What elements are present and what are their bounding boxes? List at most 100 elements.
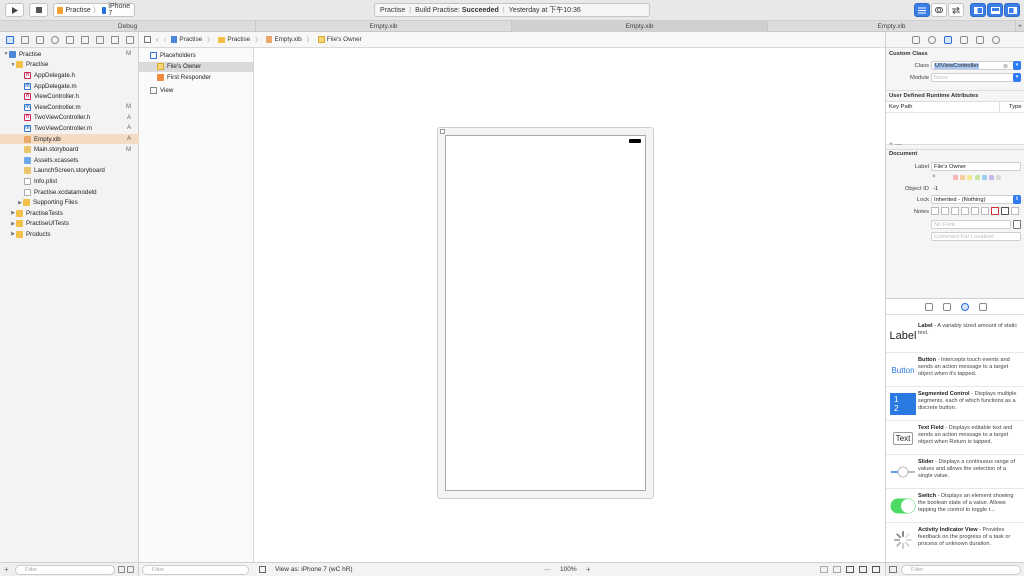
tree-item-file[interactable]: h ViewController.h bbox=[0, 91, 139, 102]
tree-item-group[interactable]: ▶ PractiseTests bbox=[0, 208, 139, 219]
tree-item-file[interactable]: h TwoViewController.h A bbox=[0, 113, 139, 124]
pin-icon[interactable] bbox=[859, 566, 867, 573]
warning-icon[interactable] bbox=[66, 35, 74, 44]
tree-item-file[interactable]: m ViewController.m M bbox=[0, 102, 139, 113]
color-swatch[interactable] bbox=[953, 175, 958, 180]
standard-editor-button[interactable] bbox=[914, 3, 930, 17]
library-item-label[interactable]: Label Label - A variably sized amount of… bbox=[886, 319, 1024, 353]
tree-item-file[interactable]: m TwoViewController.m A bbox=[0, 123, 139, 134]
run-button[interactable] bbox=[5, 3, 24, 17]
color-swatch[interactable] bbox=[974, 175, 980, 180]
view-as-button[interactable]: View as: iPhone 7 (wC hR) bbox=[275, 566, 353, 573]
add-tab-button[interactable]: + bbox=[1016, 21, 1024, 32]
recent-files-icon[interactable] bbox=[118, 566, 125, 573]
chevron-updown-icon[interactable]: ⇕ bbox=[1013, 195, 1021, 204]
lock-popup[interactable]: Inherited - (Nothing) ⇕ bbox=[931, 195, 1021, 204]
text-color-icon[interactable] bbox=[991, 207, 999, 215]
align-left-icon[interactable] bbox=[931, 207, 939, 215]
report-icon[interactable] bbox=[126, 35, 134, 44]
library-item-slider[interactable]: Slider - Displays a continuous range of … bbox=[886, 455, 1024, 489]
scm-filter-icon[interactable] bbox=[127, 566, 134, 573]
navigator-filter-input[interactable]: Filter bbox=[15, 565, 115, 575]
tab-empty-xib-2[interactable]: Empty.xib bbox=[512, 21, 768, 32]
outline-placeholders[interactable]: Placeholders bbox=[139, 50, 253, 61]
library-item-button[interactable]: Button Button - Intercepts touch events … bbox=[886, 353, 1024, 387]
source-control-icon[interactable] bbox=[21, 35, 29, 44]
scene-handle-icon[interactable] bbox=[440, 129, 445, 134]
search-icon[interactable] bbox=[51, 35, 59, 44]
attributes-inspector-icon[interactable] bbox=[959, 35, 968, 44]
toggle-utilities-button[interactable] bbox=[1004, 3, 1020, 17]
more-icon[interactable] bbox=[1011, 207, 1019, 215]
color-swatch[interactable] bbox=[996, 175, 1002, 180]
add-remove-buttons[interactable]: + — bbox=[889, 141, 902, 148]
breadcrumb-object[interactable]: File's Owner bbox=[317, 36, 362, 43]
tree-item-file[interactable]: Practise.xcdatamodeld bbox=[0, 187, 139, 198]
localizer-comment-field[interactable]: Comment For Localizer bbox=[931, 232, 1021, 241]
symbol-icon[interactable] bbox=[36, 35, 44, 44]
grid-view-icon[interactable] bbox=[889, 566, 897, 573]
stop-button[interactable] bbox=[29, 3, 48, 17]
tree-item-project[interactable]: ▼ Practise M bbox=[0, 49, 139, 60]
tree-item-file[interactable]: LaunchScreen.storyboard bbox=[0, 166, 139, 177]
library-item-switch[interactable]: Switch - Displays an element showing the… bbox=[886, 489, 1024, 523]
test-icon[interactable] bbox=[81, 35, 89, 44]
font-field[interactable]: No Font bbox=[931, 220, 1011, 229]
zoom-in-button[interactable]: + bbox=[586, 565, 591, 574]
align-right-icon[interactable] bbox=[951, 207, 959, 215]
debug-icon[interactable] bbox=[96, 35, 104, 44]
font-picker-icon[interactable] bbox=[1013, 220, 1021, 229]
tab-empty-xib-1[interactable]: Empty.xib bbox=[256, 21, 512, 32]
color-swatch[interactable] bbox=[981, 175, 987, 180]
code-snippet-icon[interactable] bbox=[942, 302, 951, 311]
library-filter-input[interactable]: Filter bbox=[901, 565, 1021, 575]
update-frames-icon[interactable] bbox=[820, 566, 828, 573]
media-library-icon[interactable] bbox=[978, 302, 987, 311]
hide-outline-icon[interactable] bbox=[259, 566, 266, 573]
align-center-icon[interactable] bbox=[941, 207, 949, 215]
tree-item-file[interactable]: Info.plist bbox=[0, 176, 139, 187]
doc-label-field[interactable]: File's Owner bbox=[931, 162, 1021, 171]
outline-filter-input[interactable]: Filter bbox=[142, 565, 249, 575]
tab-empty-xib-3[interactable]: Empty.xib bbox=[768, 21, 1016, 32]
background-color-icon[interactable] bbox=[1001, 207, 1009, 215]
resolve-issues-icon[interactable] bbox=[872, 566, 880, 573]
file-template-icon[interactable] bbox=[924, 302, 933, 311]
clear-icon[interactable]: ⊗ bbox=[1003, 63, 1008, 70]
grid-icon[interactable] bbox=[144, 36, 151, 43]
tree-item-file-selected[interactable]: Empty.xib A bbox=[0, 133, 139, 145]
library-item-text-field[interactable]: Text Text Field - Displays editable text… bbox=[886, 421, 1024, 455]
breadcrumb-group[interactable]: Practise bbox=[218, 36, 250, 43]
library-item-activity-indicator[interactable]: Activity Indicator View - Provides feedb… bbox=[886, 523, 1024, 557]
natural-align-icon[interactable] bbox=[971, 207, 979, 215]
add-icon[interactable]: + bbox=[4, 565, 9, 574]
stack-icon[interactable] bbox=[833, 566, 841, 573]
chevron-down-icon[interactable]: ▾ bbox=[1013, 61, 1021, 70]
outline-first-responder[interactable]: First Responder bbox=[139, 72, 253, 83]
tree-item-file[interactable]: Main.storyboard M bbox=[0, 144, 139, 155]
tree-item-group[interactable]: ▶ Supporting Files bbox=[0, 197, 139, 208]
object-library-icon[interactable] bbox=[960, 302, 969, 311]
tree-item-group[interactable]: ▼ Practise bbox=[0, 60, 139, 71]
toggle-navigator-button[interactable] bbox=[970, 3, 986, 17]
module-combo[interactable]: None ▾ bbox=[931, 73, 1021, 82]
class-combo[interactable]: UIViewController ⊗ ▾ bbox=[931, 61, 1021, 70]
size-inspector-icon[interactable] bbox=[975, 35, 984, 44]
breakpoint-icon[interactable] bbox=[111, 35, 119, 44]
identity-inspector-icon[interactable] bbox=[943, 35, 952, 44]
zoom-out-button[interactable]: — bbox=[544, 566, 551, 573]
color-swatch[interactable] bbox=[960, 175, 966, 180]
tree-item-group[interactable]: ▶ Products bbox=[0, 229, 139, 240]
library-item-segmented-control[interactable]: 1 2 Segmented Control - Displays multipl… bbox=[886, 387, 1024, 421]
connections-inspector-icon[interactable] bbox=[991, 35, 1000, 44]
justify-icon[interactable] bbox=[961, 207, 969, 215]
color-swatch[interactable] bbox=[967, 175, 973, 180]
runtime-attributes-table[interactable]: Key Path Type bbox=[886, 101, 1024, 145]
tree-item-file[interactable]: h AppDelegate.h bbox=[0, 70, 139, 81]
tree-item-file[interactable]: m AppDelegate.m bbox=[0, 81, 139, 92]
color-well-icon[interactable] bbox=[981, 207, 989, 215]
color-swatch[interactable] bbox=[989, 175, 994, 180]
breadcrumb-project[interactable]: Practise bbox=[171, 36, 202, 43]
forward-icon[interactable]: › bbox=[164, 35, 167, 44]
back-icon[interactable]: ‹ bbox=[156, 35, 159, 44]
